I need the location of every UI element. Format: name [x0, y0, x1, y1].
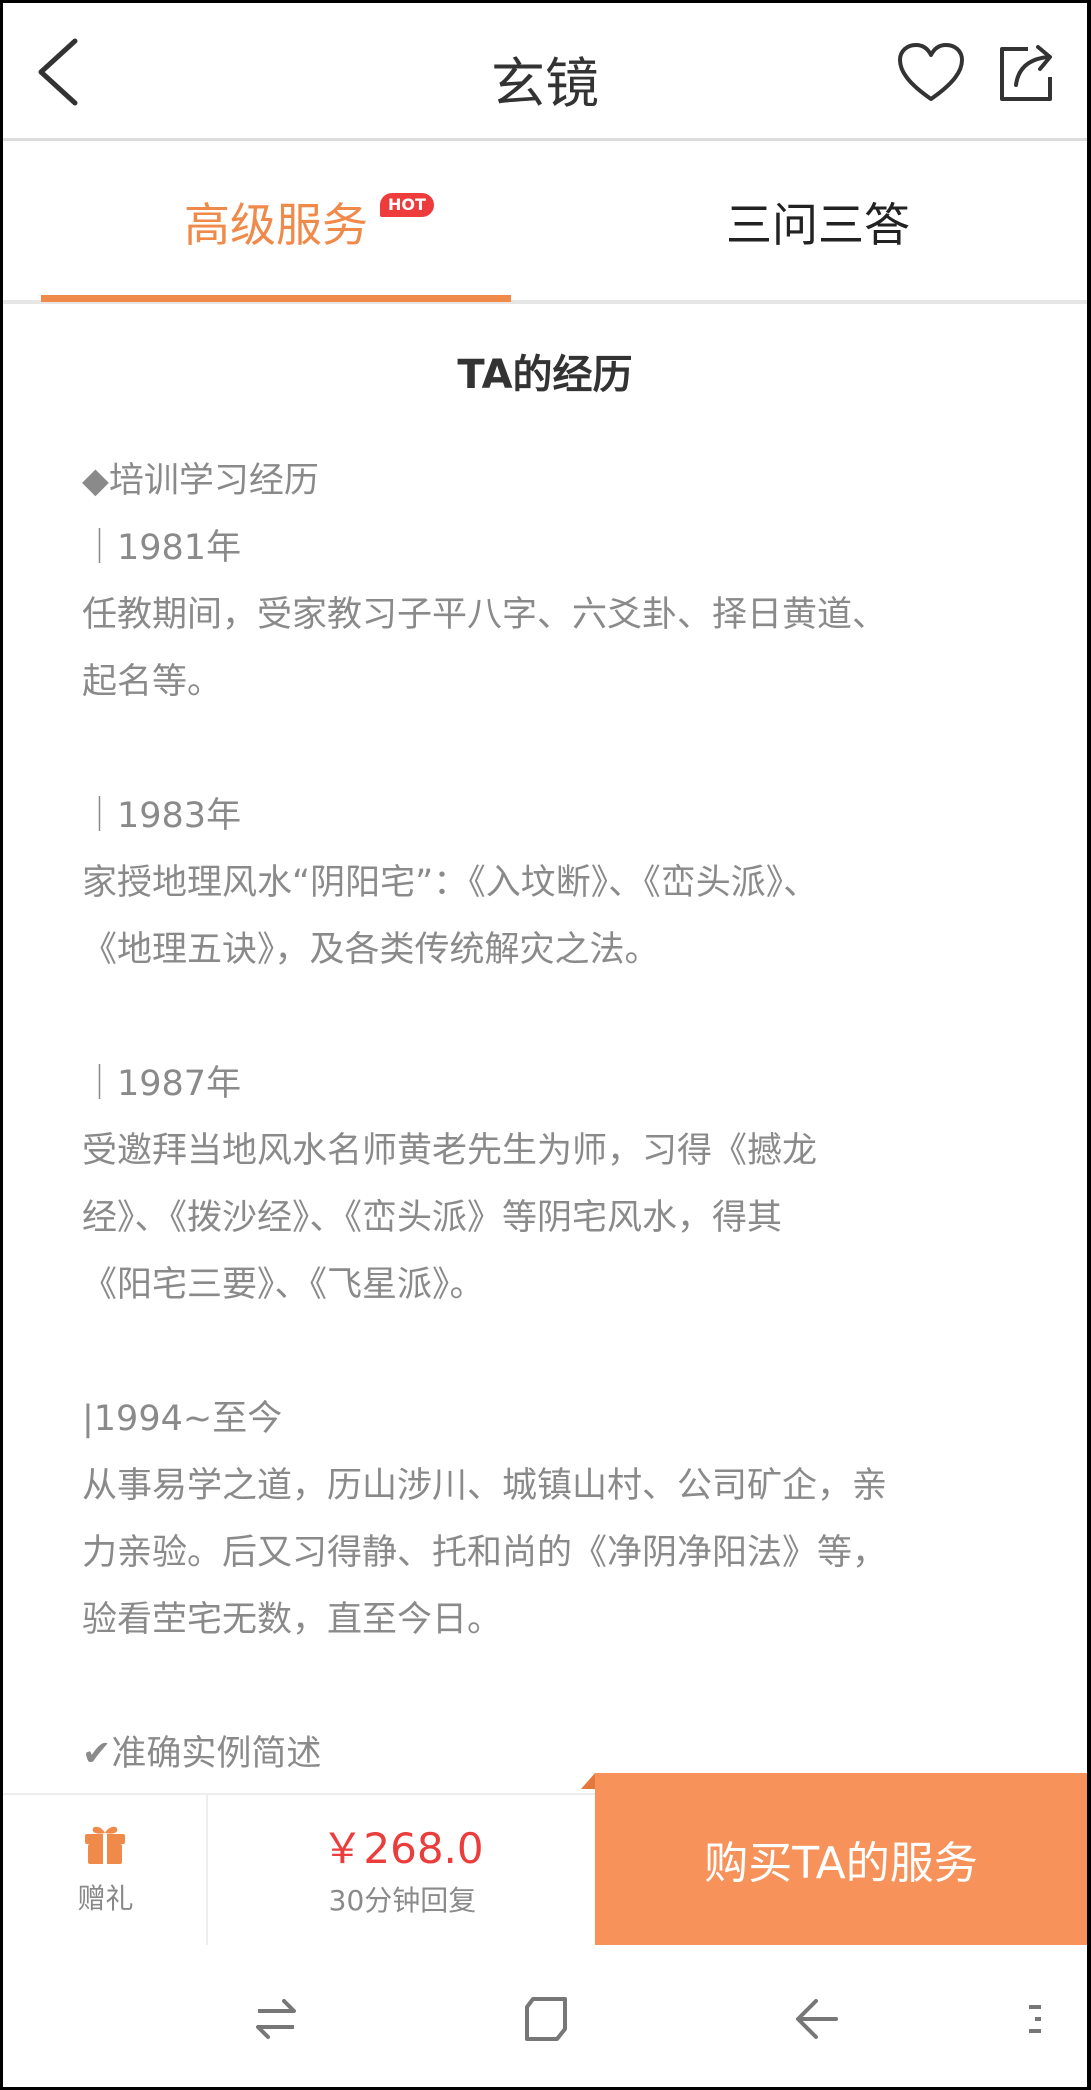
text-line: 起名等。 [82, 662, 223, 702]
square-home-icon [525, 1997, 567, 2041]
nav-menu-button[interactable] [1011, 1989, 1071, 2049]
hot-badge: HOT [380, 193, 434, 217]
purchase-bar: 赠礼 ￥268.0 30分钟回复 购买TA的服务 [3, 1773, 1087, 1945]
reply-time: 30分钟回复 [328, 1884, 477, 1917]
buy-button-label: 购买TA的服务 [704, 1838, 978, 1889]
share-icon [1000, 45, 1052, 101]
text-line: ｜1987年 [82, 1064, 242, 1104]
nav-home-button[interactable] [517, 1989, 577, 2049]
heart-icon [898, 43, 964, 101]
nav-switch-button[interactable] [246, 1989, 306, 2049]
app-screen: 玄镜 高级服务 HOT 三问三答 TA的经历 ◆培训学习经历 ｜1981年 任教… [3, 3, 1087, 2087]
tab-qa-label: 三问三答 [726, 198, 910, 252]
text-line: 《阳宅三要》、《飞星派》。 [82, 1265, 485, 1305]
text-line: ｜1983年 [82, 796, 242, 836]
favorite-button[interactable] [896, 41, 966, 105]
button-fold-corner [581, 1773, 595, 1789]
tab-three-qa[interactable]: 三问三答 [593, 144, 1043, 300]
active-tab-indicator [41, 295, 511, 302]
back-arrow-icon [796, 1999, 838, 2039]
nav-back-button[interactable] [786, 1989, 846, 2049]
experience-section: TA的经历 ◆培训学习经历 ｜1981年 任教期间，受家教习子平八字、六爻卦、择… [3, 308, 1087, 1788]
text-line: ◆培训学习经历 [82, 461, 319, 501]
text-line: 从事易学之道，历山涉川、城镇山村、公司矿企，亲 [82, 1466, 888, 1506]
price-info: ￥268.0 30分钟回复 [210, 1795, 595, 1945]
text-line: ｜1981年 [82, 528, 242, 568]
text-line: 《地理五诀》，及各类传统解灾之法。 [82, 930, 660, 970]
top-bar: 玄镜 [3, 3, 1087, 141]
gift-button[interactable]: 赠礼 [3, 1795, 208, 1945]
experience-text: ◆培训学习经历 ｜1981年 任教期间，受家教习子平八字、六爻卦、择日黄道、 起… [82, 448, 1002, 1788]
menu-dots-icon [1029, 2005, 1041, 2033]
text-line: 验看茔宅无数，直至今日。 [82, 1600, 503, 1640]
share-button[interactable] [994, 41, 1058, 105]
gift-icon [85, 1826, 125, 1864]
text-line: 任教期间，受家教习子平八字、六爻卦、择日黄道、 [82, 595, 888, 635]
service-price: ￥268.0 [321, 1824, 484, 1873]
text-line: |1994~至今 [82, 1399, 283, 1439]
tab-advanced-label: 高级服务 [184, 198, 368, 252]
text-line: 经》、《拨沙经》、《峦头派》等阴宅风水，得其 [82, 1198, 783, 1238]
text-line: 家授地理风水“阴阳宅”：《入坟断》、《峦头派》、 [82, 863, 819, 903]
section-title: TA的经历 [457, 352, 633, 398]
system-nav-bar [3, 1945, 1087, 2087]
gift-label: 赠礼 [77, 1882, 134, 1915]
switch-arrows-icon [256, 1999, 296, 2039]
tab-advanced-service[interactable]: 高级服务 HOT [41, 144, 511, 302]
buy-service-button[interactable]: 购买TA的服务 [581, 1773, 1087, 1945]
text-line: 力亲验。后又习得静、托和尚的《净阴净阳法》等， [82, 1533, 888, 1573]
tab-bar: 高级服务 HOT 三问三答 [3, 144, 1087, 304]
text-line: 受邀拜当地风水名师黄老先生为师，习得《撼龙 [82, 1131, 818, 1171]
